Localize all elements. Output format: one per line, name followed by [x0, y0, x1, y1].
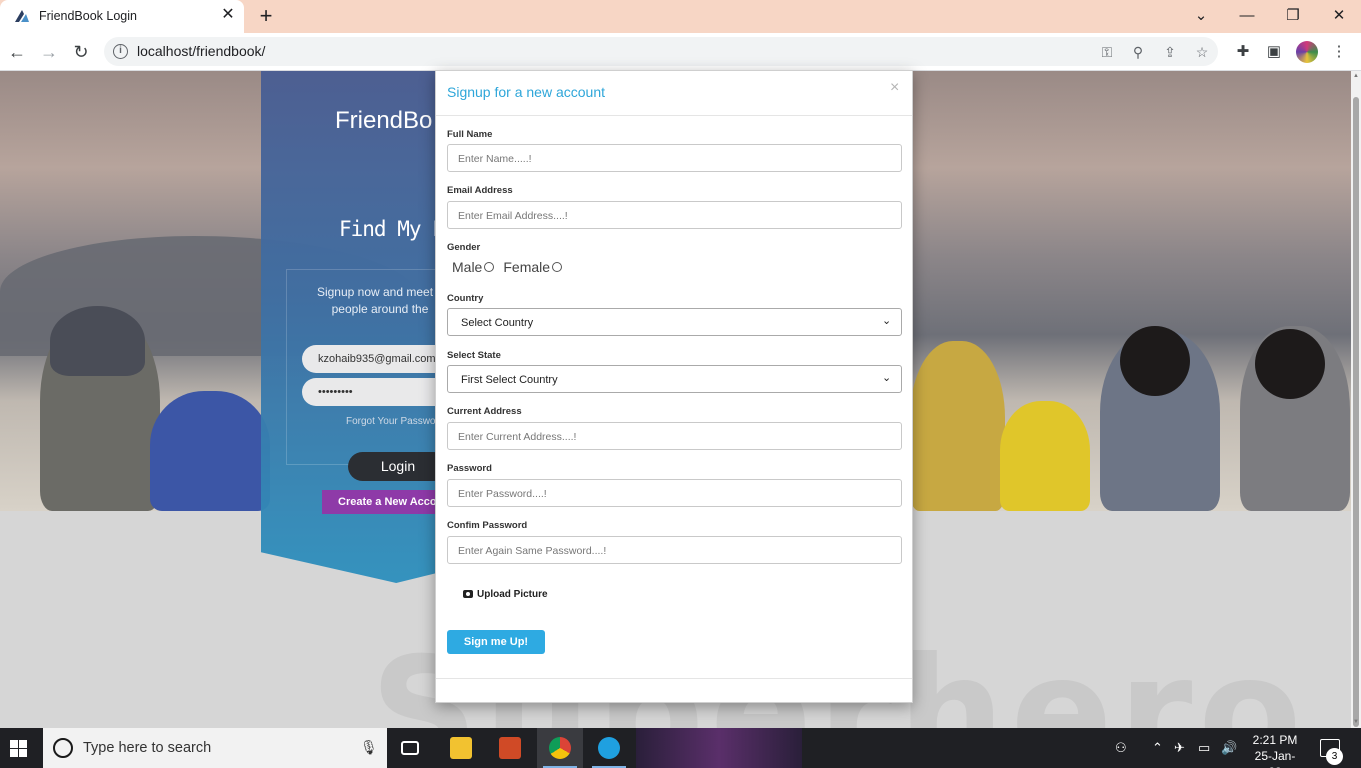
tab-search-chevron-down-icon[interactable]: ⌄: [1186, 4, 1216, 28]
full-name-label: Full Name: [447, 129, 493, 140]
site-info-icon[interactable]: i: [113, 44, 128, 59]
minimize-icon[interactable]: —: [1232, 4, 1262, 28]
signup-modal: Signup for a new account × Full Name Ent…: [435, 70, 913, 703]
upload-picture-button[interactable]: Upload Picture: [463, 589, 548, 600]
tab-title: FriendBook Login: [39, 9, 137, 23]
password-label: Password: [447, 463, 492, 474]
country-select[interactable]: Select Country ⌄: [447, 308, 902, 336]
taskbar-search-box[interactable]: Type here to search 🎙: [43, 728, 387, 768]
chevron-down-icon: ⌄: [882, 372, 892, 384]
profile-avatar[interactable]: [1296, 41, 1318, 63]
gender-label: Gender: [447, 242, 481, 253]
camera-icon: [463, 590, 473, 598]
new-tab-button[interactable]: +: [254, 4, 278, 28]
password-key-icon[interactable]: ⚿: [1097, 42, 1117, 62]
powerpoint-icon[interactable]: [487, 728, 533, 768]
modal-title: Signup for a new account: [447, 84, 605, 100]
confirm-password-input[interactable]: Enter Again Same Password....!: [447, 536, 902, 564]
edge-icon[interactable]: [586, 728, 632, 768]
chevron-up-icon[interactable]: ⌃: [1152, 740, 1163, 756]
person-cap: [50, 306, 145, 376]
plus-icon: +: [259, 3, 273, 28]
side-panel-icon[interactable]: ▣: [1263, 41, 1285, 63]
upload-picture-label: Upload Picture: [477, 589, 548, 600]
sign-me-up-button[interactable]: Sign me Up!: [447, 630, 545, 654]
login-password-input[interactable]: •••••••••: [302, 378, 452, 406]
browser-tab-strip: FriendBook Login ✕ + ⌄ — ❐ ✕: [0, 0, 1361, 33]
zoom-icon[interactable]: ⚲: [1128, 42, 1148, 62]
modal-close-icon[interactable]: ×: [890, 79, 899, 97]
window-close-icon[interactable]: ✕: [1324, 4, 1354, 28]
browser-menu-icon[interactable]: ⋮: [1328, 41, 1350, 63]
address-bar[interactable]: i localhost/friendbook/ ⚿ ⚲ ⇪ ☆: [104, 37, 1218, 66]
address-label: Current Address: [447, 406, 522, 417]
modal-footer-divider: [436, 678, 912, 679]
extensions-puzzle-icon[interactable]: ✚: [1232, 41, 1254, 63]
person-figure: [910, 341, 1005, 511]
full-name-input[interactable]: Enter Name.....!: [447, 144, 902, 172]
share-icon[interactable]: ⇪: [1160, 42, 1180, 62]
microphone-icon[interactable]: 🎙: [360, 739, 378, 756]
notification-count-badge: 3: [1326, 748, 1343, 765]
reload-icon[interactable]: ↻: [69, 40, 93, 64]
people-icon[interactable]: ⚇: [1115, 740, 1127, 756]
state-select[interactable]: First Select Country ⌄: [447, 365, 902, 393]
create-account-button[interactable]: Create a New Acco: [322, 490, 452, 514]
email-input[interactable]: Enter Email Address....!: [447, 201, 902, 229]
modal-header-divider: [436, 115, 912, 116]
brand-title: FriendBo: [335, 107, 433, 134]
state-label: Select State: [447, 350, 501, 361]
airplane-mode-icon[interactable]: ✈: [1174, 740, 1185, 756]
file-explorer-icon[interactable]: [438, 728, 484, 768]
chrome-icon[interactable]: [537, 728, 583, 768]
browser-toolbar: ← → ↻ i localhost/friendbook/ ⚿ ⚲ ⇪ ☆ ✚ …: [0, 33, 1361, 71]
forward-arrow-icon[interactable]: →: [37, 40, 61, 64]
scroll-thumb[interactable]: [1353, 97, 1359, 727]
chevron-down-icon: ⌄: [882, 315, 892, 327]
taskbar-search-placeholder: Type here to search: [83, 740, 212, 756]
search-circle-icon: [53, 738, 73, 758]
password-input[interactable]: Enter Password....!: [447, 479, 902, 507]
bookmark-star-icon[interactable]: ☆: [1192, 42, 1212, 62]
gender-male-label: Male: [452, 259, 483, 275]
windows-taskbar: Type here to search 🎙 ⚇ ⌃ ✈ ▭ 🔊 2:21 PM …: [0, 728, 1361, 768]
gender-female-label: Female: [503, 259, 551, 275]
browser-tab[interactable]: FriendBook Login ✕: [0, 0, 244, 33]
person-head: [1120, 326, 1190, 396]
gender-male-radio[interactable]: [484, 262, 495, 273]
login-button[interactable]: Login: [348, 452, 448, 481]
clock-time: 2:21 PM: [1252, 733, 1298, 747]
email-label: Email Address: [447, 185, 513, 196]
person-figure: [150, 391, 270, 511]
country-select-value: Select Country: [461, 317, 534, 329]
back-arrow-icon[interactable]: ←: [5, 40, 29, 64]
taskbar-wallpaper-strip: [636, 728, 802, 768]
volume-icon[interactable]: 🔊: [1221, 740, 1237, 756]
windows-start-icon[interactable]: [10, 740, 27, 757]
scroll-up-icon[interactable]: ▲: [1353, 73, 1359, 79]
person-head: [1255, 329, 1325, 399]
taskbar-clock[interactable]: 2:21 PM 25-Jan-23: [1250, 732, 1300, 768]
country-label: Country: [447, 293, 484, 304]
state-select-value: First Select Country: [461, 374, 558, 386]
address-bar-url[interactable]: localhost/friendbook/: [137, 43, 265, 59]
gender-female-radio[interactable]: [552, 262, 563, 273]
task-view-icon[interactable]: [389, 728, 435, 768]
clock-date: 25-Jan-23: [1254, 749, 1296, 768]
friendbook-favicon-icon: [15, 10, 29, 22]
confirm-password-label: Confim Password: [447, 520, 528, 531]
battery-icon[interactable]: ▭: [1198, 740, 1210, 756]
address-input[interactable]: Enter Current Address....!: [447, 422, 902, 450]
gender-radio-group: Male Female: [452, 259, 571, 275]
scroll-down-icon[interactable]: ▼: [1353, 719, 1359, 725]
forgot-password-link[interactable]: Forgot Your Passwo: [346, 416, 436, 427]
restore-icon[interactable]: ❐: [1278, 4, 1308, 28]
page-scrollbar[interactable]: ▲ ▼: [1351, 71, 1361, 728]
login-email-input[interactable]: kzohaib935@gmail.com: [302, 345, 452, 373]
person-figure: [1000, 401, 1090, 511]
tab-close-icon[interactable]: ✕: [218, 5, 238, 25]
